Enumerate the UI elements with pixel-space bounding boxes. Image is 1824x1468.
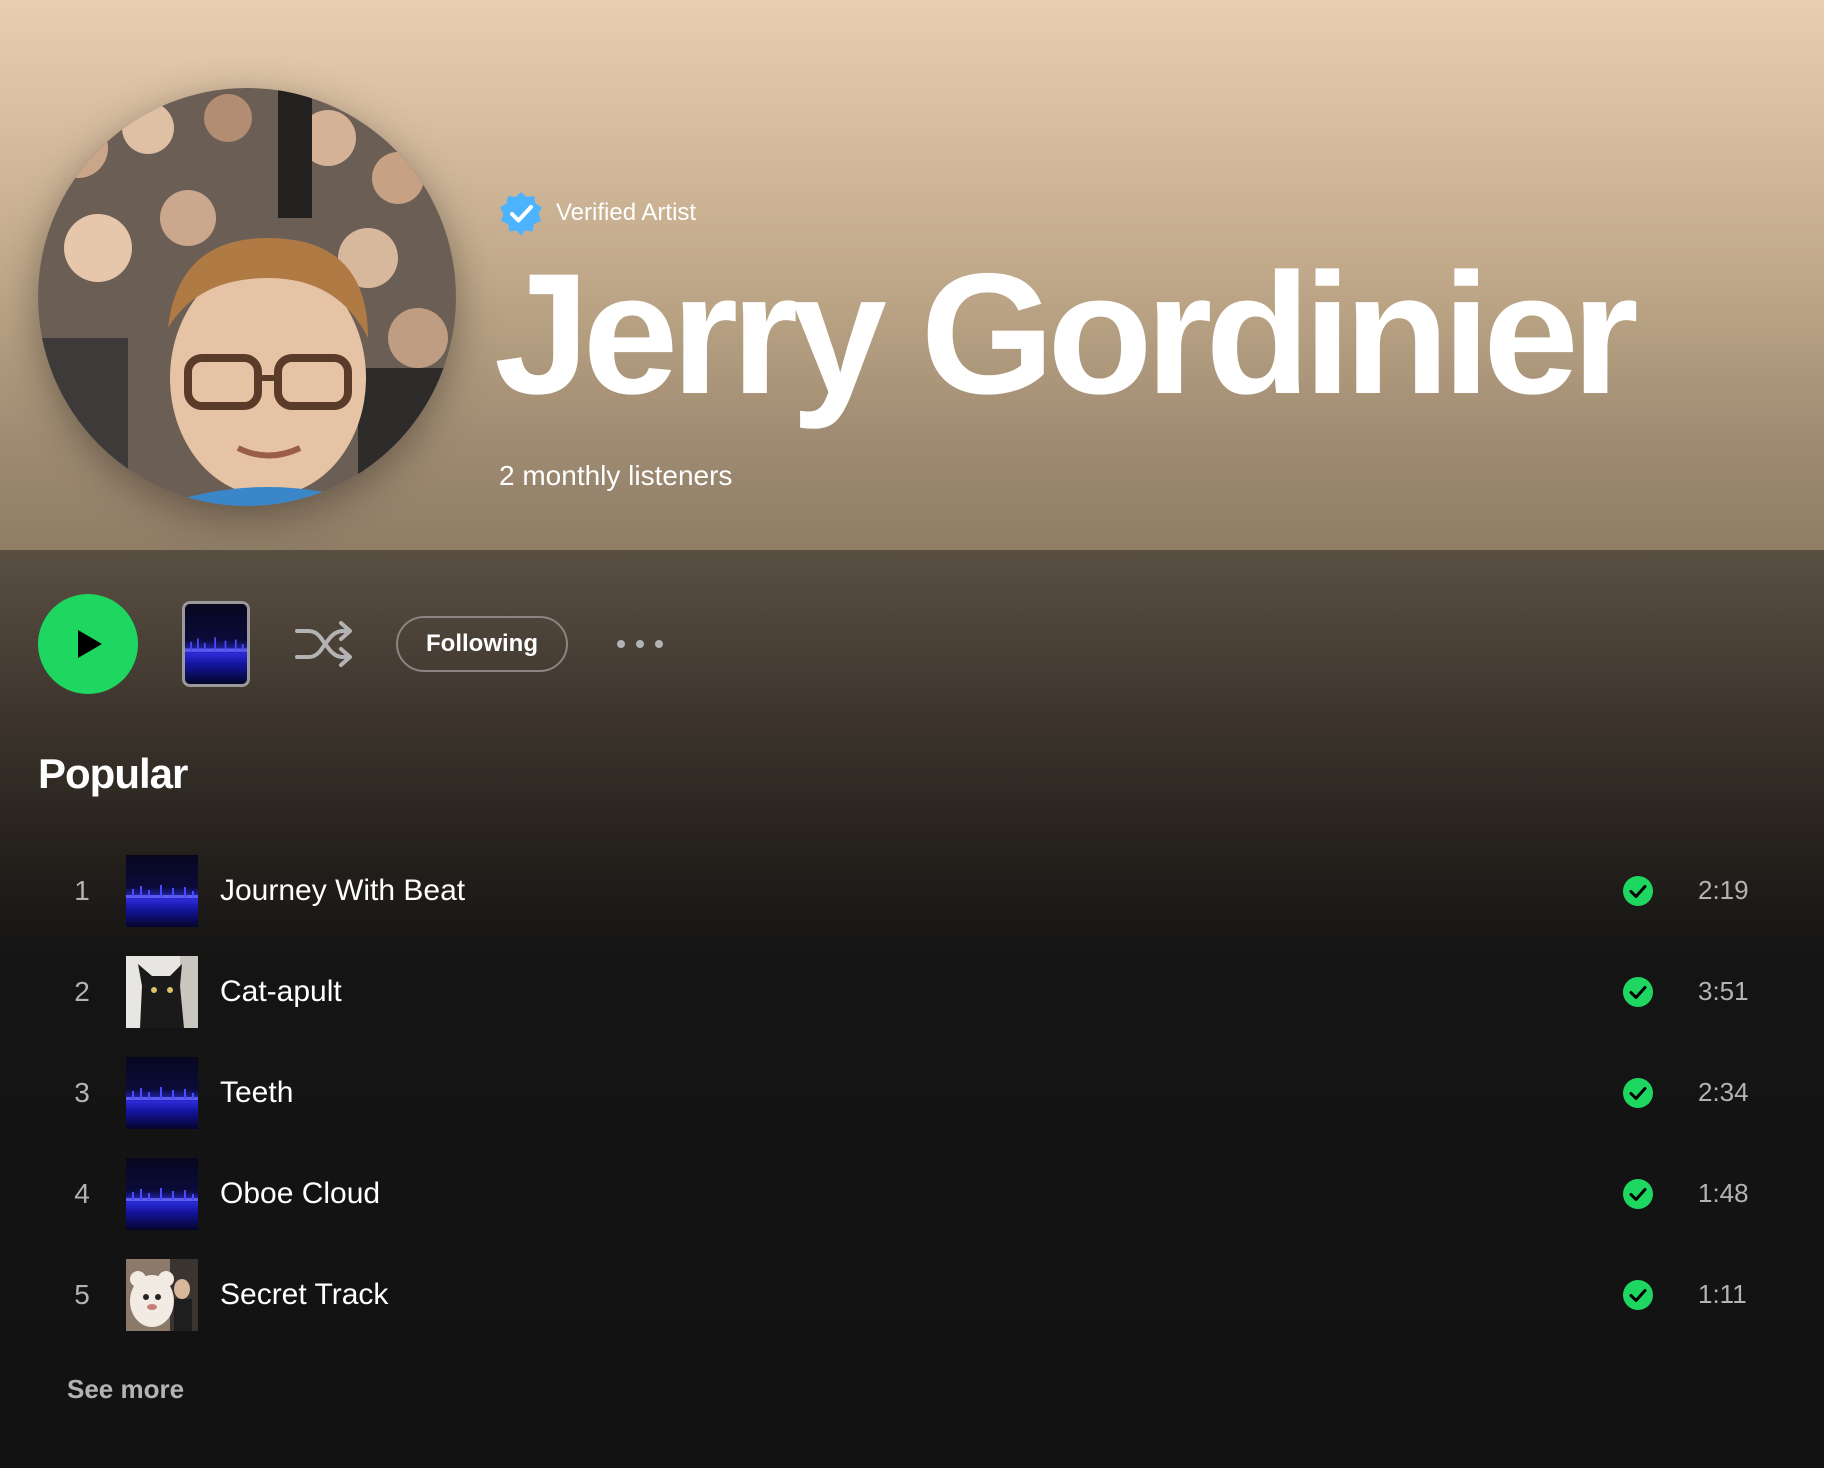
track-number: 5 — [74, 1278, 90, 1310]
track-number: 4 — [74, 1177, 90, 1209]
saved-check-icon[interactable] — [1622, 1077, 1654, 1109]
monthly-listeners: 2 monthly listeners — [499, 460, 733, 491]
track-duration: 2:19 — [1698, 875, 1749, 905]
shuffle-icon — [295, 621, 352, 667]
track-row[interactable]: 5 Secret Track 1:11 — [38, 1244, 1786, 1345]
track-row[interactable]: 4 Oboe Cloud 1:48 — [38, 1143, 1786, 1244]
see-more-link[interactable]: See more — [67, 1374, 184, 1405]
popular-tracks-list: 1 Journey With Beat 2:19 2 Cat-apult 3:5… — [38, 840, 1786, 1345]
track-artwork — [126, 855, 198, 927]
track-row[interactable]: 1 Journey With Beat 2:19 — [38, 840, 1786, 941]
preview-cover-button[interactable] — [182, 601, 250, 687]
track-row[interactable]: 2 Cat-apult 3:51 — [38, 941, 1786, 1042]
track-artwork — [126, 1259, 198, 1331]
action-bar: Following — [38, 594, 670, 694]
track-title: Oboe Cloud — [220, 1176, 381, 1210]
verified-check-icon — [500, 192, 542, 236]
album-cover-icon — [185, 604, 247, 684]
play-icon — [78, 630, 102, 658]
track-artwork — [126, 1158, 198, 1230]
track-duration: 3:51 — [1698, 976, 1749, 1006]
popular-heading: Popular — [38, 750, 188, 797]
saved-check-icon[interactable] — [1622, 875, 1654, 907]
track-duration: 1:48 — [1698, 1178, 1749, 1208]
verified-label: Verified Artist — [556, 199, 697, 226]
track-number: 3 — [74, 1076, 90, 1108]
more-options-icon — [616, 640, 663, 648]
artist-avatar — [38, 88, 456, 506]
play-button[interactable] — [38, 594, 138, 694]
verified-artist-badge: Verified Artist — [498, 190, 696, 236]
track-title: Teeth — [220, 1075, 294, 1109]
track-number: 1 — [74, 874, 90, 906]
saved-check-icon[interactable] — [1622, 976, 1654, 1008]
shuffle-button[interactable] — [294, 614, 354, 674]
saved-check-icon[interactable] — [1622, 1178, 1654, 1210]
track-artwork — [126, 1057, 198, 1129]
artist-name: Jerry Gordinier — [494, 238, 1639, 430]
track-title: Secret Track — [220, 1277, 389, 1311]
track-artwork — [126, 956, 198, 1028]
artist-header: Verified Artist Jerry Gordinier 2 monthl… — [0, 0, 1824, 550]
track-row[interactable]: 3 Teeth 2:34 — [38, 1042, 1786, 1143]
saved-check-icon[interactable] — [1622, 1279, 1654, 1311]
following-button[interactable]: Following — [396, 616, 568, 672]
track-title: Journey With Beat — [220, 873, 466, 907]
track-title: Cat-apult — [220, 974, 342, 1008]
track-number: 2 — [74, 975, 90, 1007]
track-duration: 1:11 — [1698, 1279, 1747, 1309]
artist-content: Following Popular 1 Journey With Beat 2:… — [0, 550, 1824, 1468]
more-options-button[interactable] — [610, 624, 670, 664]
track-duration: 2:34 — [1698, 1077, 1749, 1107]
